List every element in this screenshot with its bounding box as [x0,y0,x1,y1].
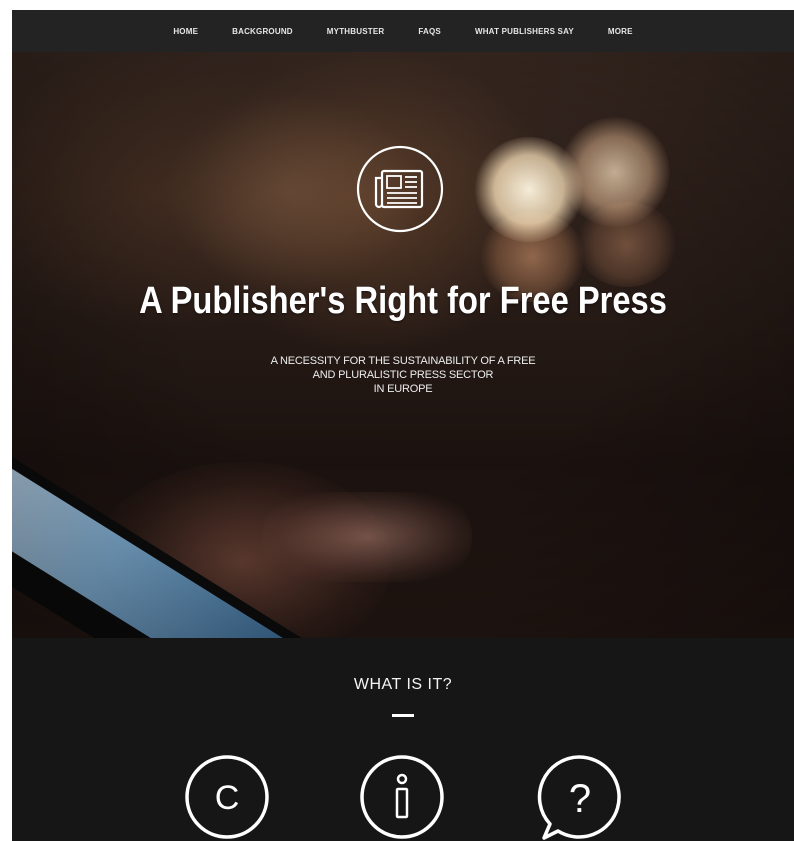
hero-subtitle-line: IN EUROPE [373,383,433,395]
info-icon[interactable]: i [357,752,447,841]
copyright-icon[interactable]: C [182,752,272,841]
nav-mythbuster[interactable]: MYTHBUSTER [327,27,385,36]
hero-subtitle: A NECESSITY FOR THE SUSTAINABILITY OF A … [12,354,794,396]
question-mark: ? [569,777,591,821]
nav-what-publishers-say[interactable]: WHAT PUBLISHERS SAY [475,27,574,36]
section-title: WHAT IS IT? [353,676,453,693]
nav-background[interactable]: BACKGROUND [232,27,293,36]
copyright-letter: C [215,779,240,817]
title-divider [392,714,414,717]
what-is-it-section: WHAT IS IT? C i ? [12,638,794,841]
hero-subtitle-line: AND PLURALISTIC PRESS SECTOR [312,369,494,381]
page: HOME BACKGROUND MYTHBUSTER FAQs WHAT PUB… [12,10,794,841]
nav-home[interactable]: HOME [173,27,198,36]
newspaper-icon [356,145,444,233]
hero-vignette [12,52,794,638]
hero-banner: A Publisher's Right for Free Press A NEC… [12,52,794,638]
nav-faqs[interactable]: FAQs [418,27,441,36]
hero-subtitle-line: A NECESSITY FOR THE SUSTAINABILITY OF A … [270,355,536,367]
info-letter: i [402,811,403,813]
question-bubble-icon[interactable]: ? [534,752,624,841]
hero-title: A Publisher's Right for Free Press [139,280,667,322]
nav-more[interactable]: More [608,27,633,36]
top-navigation: HOME BACKGROUND MYTHBUSTER FAQs WHAT PUB… [12,10,794,52]
